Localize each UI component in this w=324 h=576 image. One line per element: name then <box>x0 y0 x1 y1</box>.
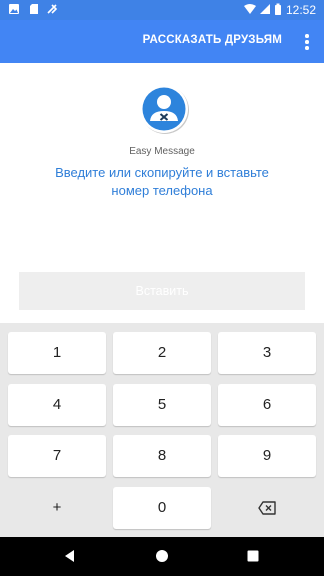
image-icon <box>9 4 19 14</box>
status-bar: 12:52 <box>0 0 324 20</box>
key-9[interactable]: 9 <box>218 435 316 477</box>
paste-button[interactable]: Вставить <box>19 272 305 310</box>
key-1[interactable]: 1 <box>8 332 106 374</box>
key-7[interactable]: 7 <box>8 435 106 477</box>
battery-icon <box>275 3 281 15</box>
key-8[interactable]: 8 <box>113 435 211 477</box>
sd-card-icon <box>30 4 38 14</box>
system-nav-bar <box>0 537 324 576</box>
instruction-line-2: номер телефона <box>111 183 213 198</box>
key-6[interactable]: 6 <box>218 384 316 426</box>
app-bar: РАССКАЗАТЬ ДРУЗЬЯМ <box>0 20 324 63</box>
home-icon[interactable] <box>154 548 170 564</box>
contact-avatar-icon <box>140 85 189 134</box>
key-5[interactable]: 5 <box>113 384 211 426</box>
back-icon[interactable] <box>62 548 78 564</box>
instruction-text: Введите или скопируйте и вставьте номер … <box>0 164 324 200</box>
key-4[interactable]: 4 <box>8 384 106 426</box>
app-name: Easy Message <box>129 146 195 157</box>
cell-signal-icon <box>260 4 270 14</box>
key-2[interactable]: 2 <box>113 332 211 374</box>
tell-friends-button[interactable]: РАССКАЗАТЬ ДРУЗЬЯМ <box>143 34 282 46</box>
bluetooth-icon <box>47 4 58 14</box>
numeric-keypad: 1 2 3 4 5 6 7 8 9 + 0 <box>0 323 324 537</box>
more-vert-icon[interactable] <box>300 32 314 52</box>
backspace-key[interactable] <box>218 487 316 529</box>
key-3[interactable]: 3 <box>218 332 316 374</box>
key-plus[interactable]: + <box>8 487 106 529</box>
clock: 12:52 <box>285 3 316 17</box>
backspace-icon <box>258 501 276 515</box>
recents-icon[interactable] <box>245 548 261 564</box>
wifi-icon <box>244 4 256 14</box>
key-0[interactable]: 0 <box>113 487 211 529</box>
instruction-line-1: Введите или скопируйте и вставьте <box>55 165 269 180</box>
